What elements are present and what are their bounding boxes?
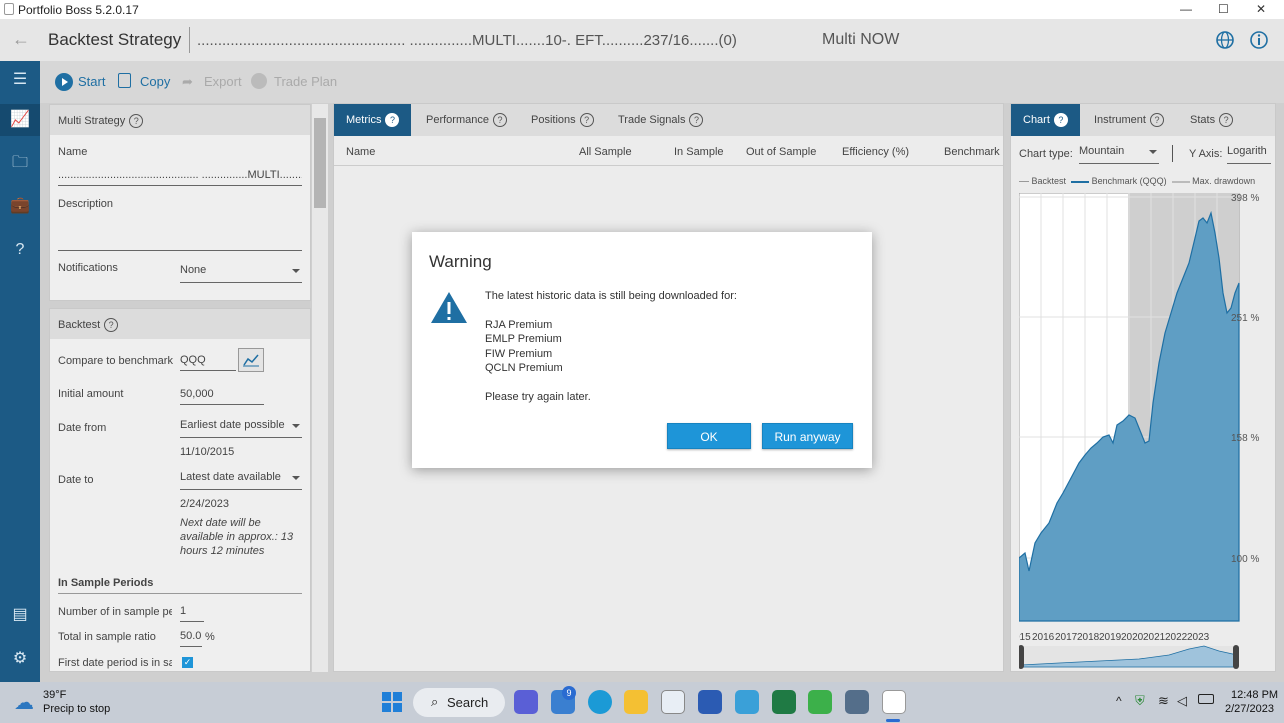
warning-dialog: Warning The latest historic data is stil… (412, 232, 872, 468)
volume-icon[interactable]: ◁ (1177, 693, 1187, 709)
weather-cloud-icon[interactable]: ☁ (14, 690, 34, 715)
notification-badge: 9 (562, 686, 576, 700)
dialog-message: The latest historic data is still being … (485, 290, 737, 302)
file-explorer-icon[interactable] (624, 690, 648, 714)
taskbar-search[interactable]: ⌕ Search (413, 688, 505, 717)
dialog-item: EMLP Premium (485, 333, 562, 345)
portfolio-boss-icon[interactable] (882, 690, 906, 714)
wifi-icon[interactable]: ≋ (1158, 693, 1169, 709)
battery-icon[interactable] (1198, 694, 1214, 704)
ok-button[interactable]: OK (667, 423, 751, 449)
active-app-indicator (886, 719, 900, 722)
edge-icon[interactable] (588, 690, 612, 714)
app-icon[interactable] (735, 690, 759, 714)
search-label: Search (447, 695, 489, 710)
warning-icon (431, 292, 467, 323)
clock-date[interactable]: 2/27/2023 (1225, 703, 1274, 715)
shield-icon[interactable]: ⛨ (1135, 693, 1145, 709)
dialog-footer: Please try again later. (485, 391, 591, 403)
dialog-item: FIW Premium (485, 348, 553, 360)
dialog-item: RJA Premium (485, 319, 553, 331)
taskbar: ☁ 39°F Precip to stop ⌕ Search 9 ^ ⛨ ≋ ◁… (0, 682, 1284, 723)
run-anyway-button[interactable]: Run anyway (762, 423, 853, 449)
clock-time[interactable]: 12:48 PM (1231, 689, 1278, 701)
dialog-title: Warning (429, 252, 492, 271)
tray-chevron-icon[interactable]: ^ (1116, 694, 1122, 708)
app-icon[interactable] (808, 690, 832, 714)
word-icon[interactable] (698, 690, 722, 714)
teams-icon[interactable] (514, 690, 538, 714)
dialog-item: QCLN Premium (485, 362, 563, 374)
search-icon: ⌕ (431, 694, 439, 709)
windows-start-icon[interactable] (382, 692, 402, 712)
store-icon[interactable] (661, 690, 685, 714)
remote-desktop-icon[interactable] (845, 690, 869, 714)
weather-temp[interactable]: 39°F (43, 689, 66, 701)
weather-desc[interactable]: Precip to stop (43, 703, 110, 715)
excel-icon[interactable] (772, 690, 796, 714)
